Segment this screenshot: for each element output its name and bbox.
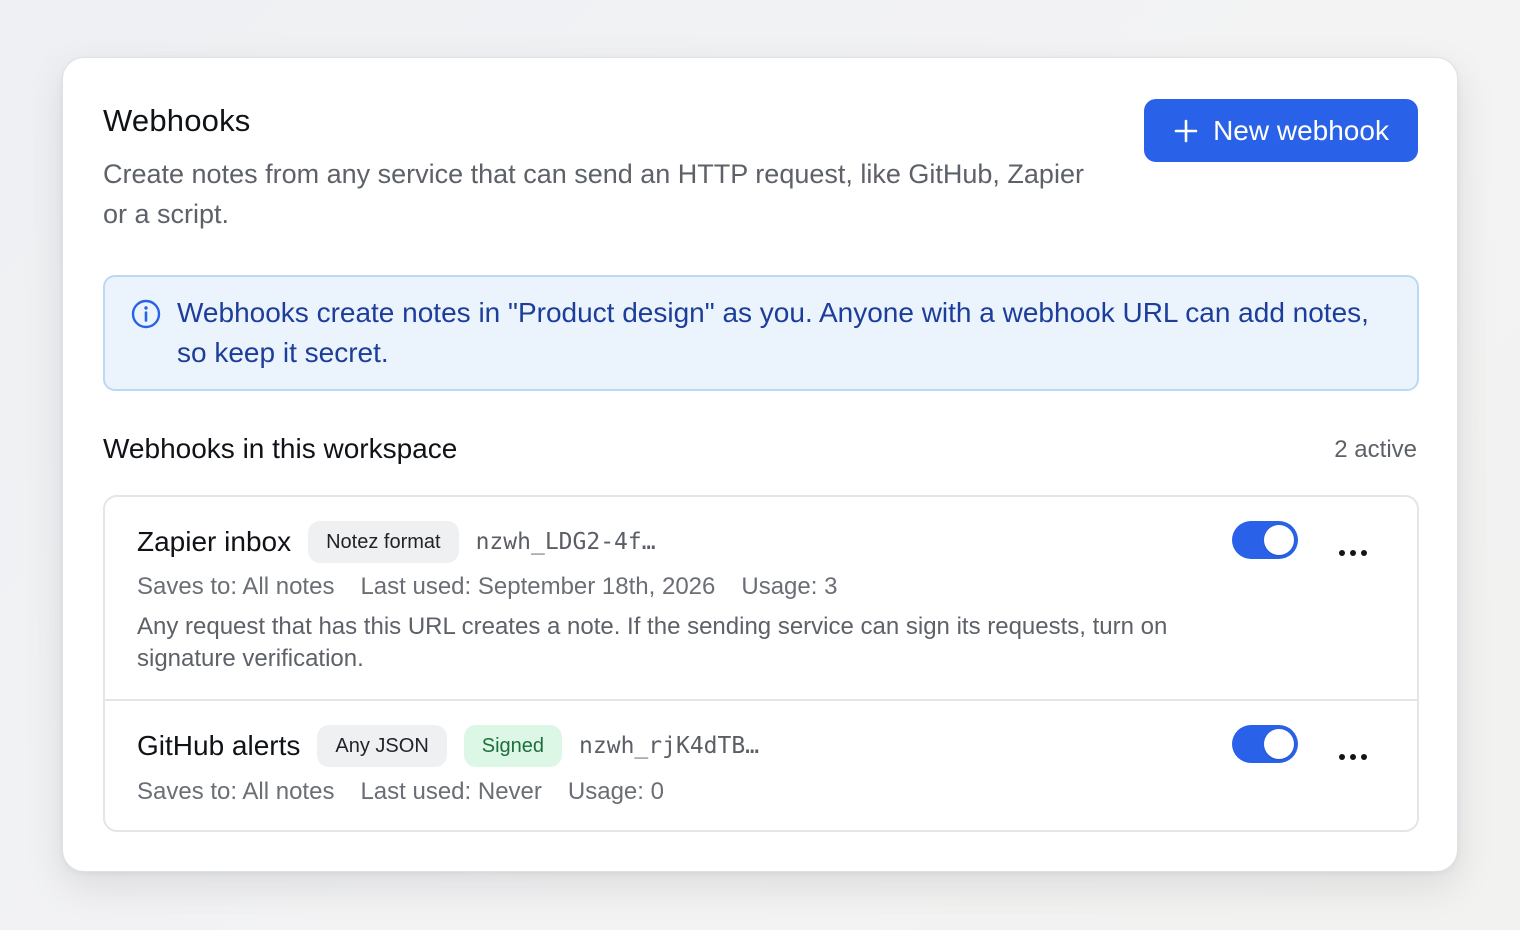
info-callout: Webhooks create notes in "Product design… [103,275,1419,391]
saves-to: Saves to: All notes [137,573,335,600]
info-circle-icon [130,298,162,330]
format-badge: Notez format [308,521,459,563]
webhook-meta: Saves to: All notes Last used: Never Usa… [137,778,664,806]
webhook-name: Zapier inbox [137,526,292,557]
info-text: Webhooks create notes in "Product design… [177,297,1369,368]
webhook-row-header: GitHub alerts Any JSON Signed nzwh_rjK4d… [137,725,759,767]
more-options-button[interactable] [1327,533,1379,573]
webhook-row-header: Zapier inbox Notez format nzwh_LDG2-4f… [137,521,656,563]
webhook-row-github-alerts: GitHub alerts Any JSON Signed nzwh_rjK4d… [105,701,1417,830]
section-title: Webhooks in this workspace [103,433,458,464]
new-webhook-label: New webhook [1213,114,1389,146]
webhook-description: Any request that has this URL creates a … [137,613,1168,672]
signed-badge: Signed [463,725,563,767]
toggle-knob [1264,525,1294,555]
last-used: Last used: Never [360,778,542,805]
more-horizontal-icon [1327,753,1379,761]
saves-to: Saves to: All notes [137,778,335,805]
webhooks-card: Webhooks Create notes from any service t… [62,57,1458,872]
active-count: 2 active [1334,436,1417,463]
usage: Usage: 3 [741,573,838,600]
webhook-list: Zapier inbox Notez format nzwh_LDG2-4f… … [103,495,1419,832]
more-options-button[interactable] [1327,737,1379,777]
format-badge: Any JSON [317,725,447,767]
new-webhook-button[interactable]: New webhook [1144,99,1418,162]
usage: Usage: 0 [567,778,664,805]
webhook-name: GitHub alerts [137,730,301,761]
webhook-meta: Saves to: All notes Last used: September… [137,573,837,601]
enable-toggle[interactable] [1232,521,1298,559]
last-used: Last used: September 18th, 2026 [360,573,716,600]
page-title: Webhooks [103,103,251,138]
page-subtitle: Create notes from any service that can s… [103,159,1084,229]
enable-toggle[interactable] [1232,725,1298,763]
webhook-token: nzwh_LDG2-4f… [475,529,656,555]
webhook-row-zapier-inbox: Zapier inbox Notez format nzwh_LDG2-4f… … [105,497,1417,701]
toggle-knob [1264,729,1294,759]
plus-icon [1173,118,1199,144]
webhook-token: nzwh_rjK4dTB… [579,733,760,759]
more-horizontal-icon [1327,549,1379,557]
